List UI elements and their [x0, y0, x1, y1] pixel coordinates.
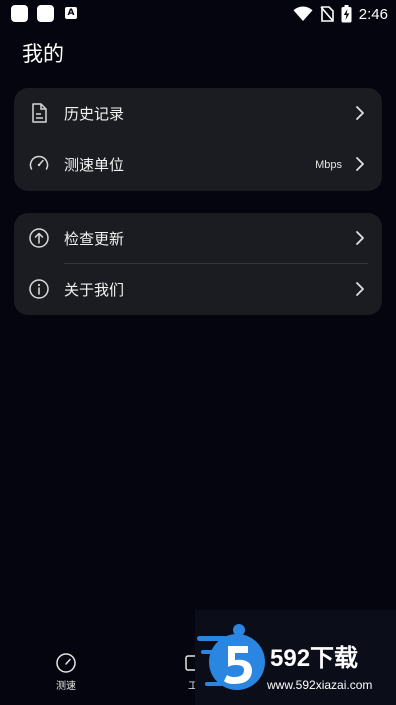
history-item[interactable]: 历史记录 [14, 88, 382, 139]
a-badge-icon: A [65, 7, 77, 19]
check-update-item[interactable]: 检查更新 [14, 213, 382, 264]
chevron-right-icon [356, 157, 364, 171]
app-notification-icon [37, 5, 54, 22]
no-sim-icon [320, 6, 334, 22]
chevron-right-icon [356, 231, 364, 245]
upload-circle-icon [29, 228, 49, 248]
battery-charging-icon [341, 5, 352, 23]
about-us-label: 关于我们 [64, 281, 125, 299]
chevron-right-icon [356, 282, 364, 296]
status-bar: A 2:46 [0, 0, 396, 28]
watermark: 592下载 www.592xiazai.com [195, 610, 396, 705]
speedometer-icon [56, 653, 76, 673]
chevron-right-icon [356, 106, 364, 120]
speed-unit-value: Mbps [315, 158, 342, 171]
speed-unit-label: 测速单位 [64, 156, 125, 174]
info-circle-icon [29, 279, 49, 299]
check-update-label: 检查更新 [64, 230, 125, 248]
history-label: 历史记录 [64, 105, 125, 123]
about-us-item[interactable]: 关于我们 [14, 264, 382, 315]
wifi-icon [293, 6, 313, 22]
nav-tab-speedtest[interactable]: 测速 [36, 652, 96, 692]
watermark-logo-icon [197, 624, 265, 690]
speedometer-icon [29, 155, 49, 170]
page-title: 我的 [22, 42, 64, 66]
document-icon [32, 103, 47, 123]
settings-group-2: 检查更新 关于我们 [14, 213, 382, 315]
settings-group-1: 历史记录 测速单位 Mbps [14, 88, 382, 191]
watermark-url: www.592xiazai.com [267, 678, 373, 692]
app-notification-icon [11, 5, 28, 22]
clock: 2:46 [358, 5, 388, 23]
nav-label: 测速 [56, 681, 76, 692]
speed-unit-item[interactable]: 测速单位 Mbps [14, 139, 382, 190]
watermark-brand: 592下载 [270, 645, 359, 672]
